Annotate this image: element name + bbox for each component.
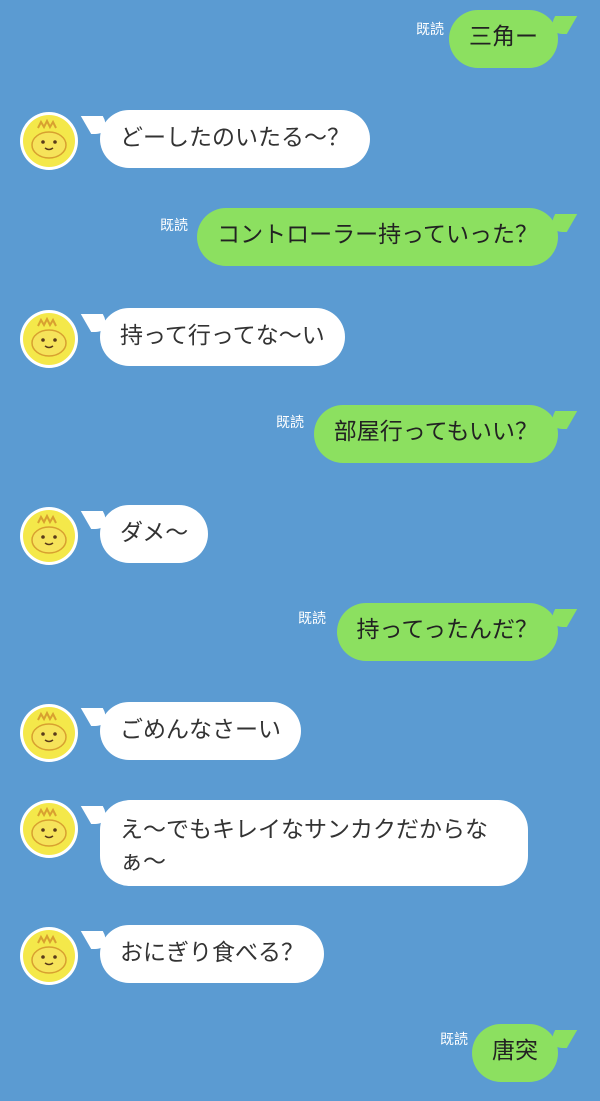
character-avatar-icon [23,707,75,759]
avatar[interactable] [20,310,78,368]
received-message-bubble[interactable]: ごめんなさーい [100,702,301,760]
avatar[interactable] [20,112,78,170]
avatar[interactable] [20,800,78,858]
character-avatar-icon [23,510,75,562]
read-receipt: 既読 [298,611,326,627]
message-row-received: 持って行ってな〜い [0,308,600,370]
sent-message-bubble[interactable]: 持ってったんだ？ [336,603,558,661]
received-message-bubble[interactable]: え〜でもキレイなサンカクだからなぁ〜 [100,800,528,886]
message-row-received: ダメ〜 [0,505,600,567]
message-row-received: え〜でもキレイなサンカクだからなぁ〜 [0,800,600,886]
sent-message-bubble[interactable]: 三角ー [449,10,558,68]
read-receipt: 既読 [160,218,188,234]
message-row-sent: 既読 コントローラー持っていった？ [0,208,600,270]
read-receipt: 既読 [276,415,304,431]
character-avatar-icon [23,803,75,855]
sent-message-bubble[interactable]: コントローラー持っていった？ [197,208,558,266]
message-row-received: おにぎり食べる？ [0,925,600,987]
received-message-bubble[interactable]: ダメ〜 [100,505,209,563]
avatar[interactable] [20,704,78,762]
received-message-bubble[interactable]: 持って行ってな〜い [100,308,345,366]
read-receipt: 既読 [440,1032,468,1048]
message-row-received: ごめんなさーい [0,702,600,764]
character-avatar-icon [23,930,75,982]
sent-message-bubble[interactable]: 唐突 [472,1024,558,1082]
message-row-sent: 既読 唐突 [0,1024,600,1084]
sent-message-bubble[interactable]: 部屋行ってもいい？ [313,405,558,463]
received-message-bubble[interactable]: どーしたのいたる〜？ [100,110,370,168]
character-avatar-icon [23,115,75,167]
character-avatar-icon [23,313,75,365]
avatar[interactable] [20,507,78,565]
avatar[interactable] [20,927,78,985]
message-row-received: どーしたのいたる〜？ [0,110,600,172]
message-row-sent: 既読 部屋行ってもいい？ [0,405,600,467]
message-row-sent: 既読 持ってったんだ？ [0,603,600,665]
message-row-sent: 既読 三角ー [0,10,600,72]
read-receipt: 既読 [416,22,444,38]
received-message-bubble[interactable]: おにぎり食べる？ [100,925,324,983]
